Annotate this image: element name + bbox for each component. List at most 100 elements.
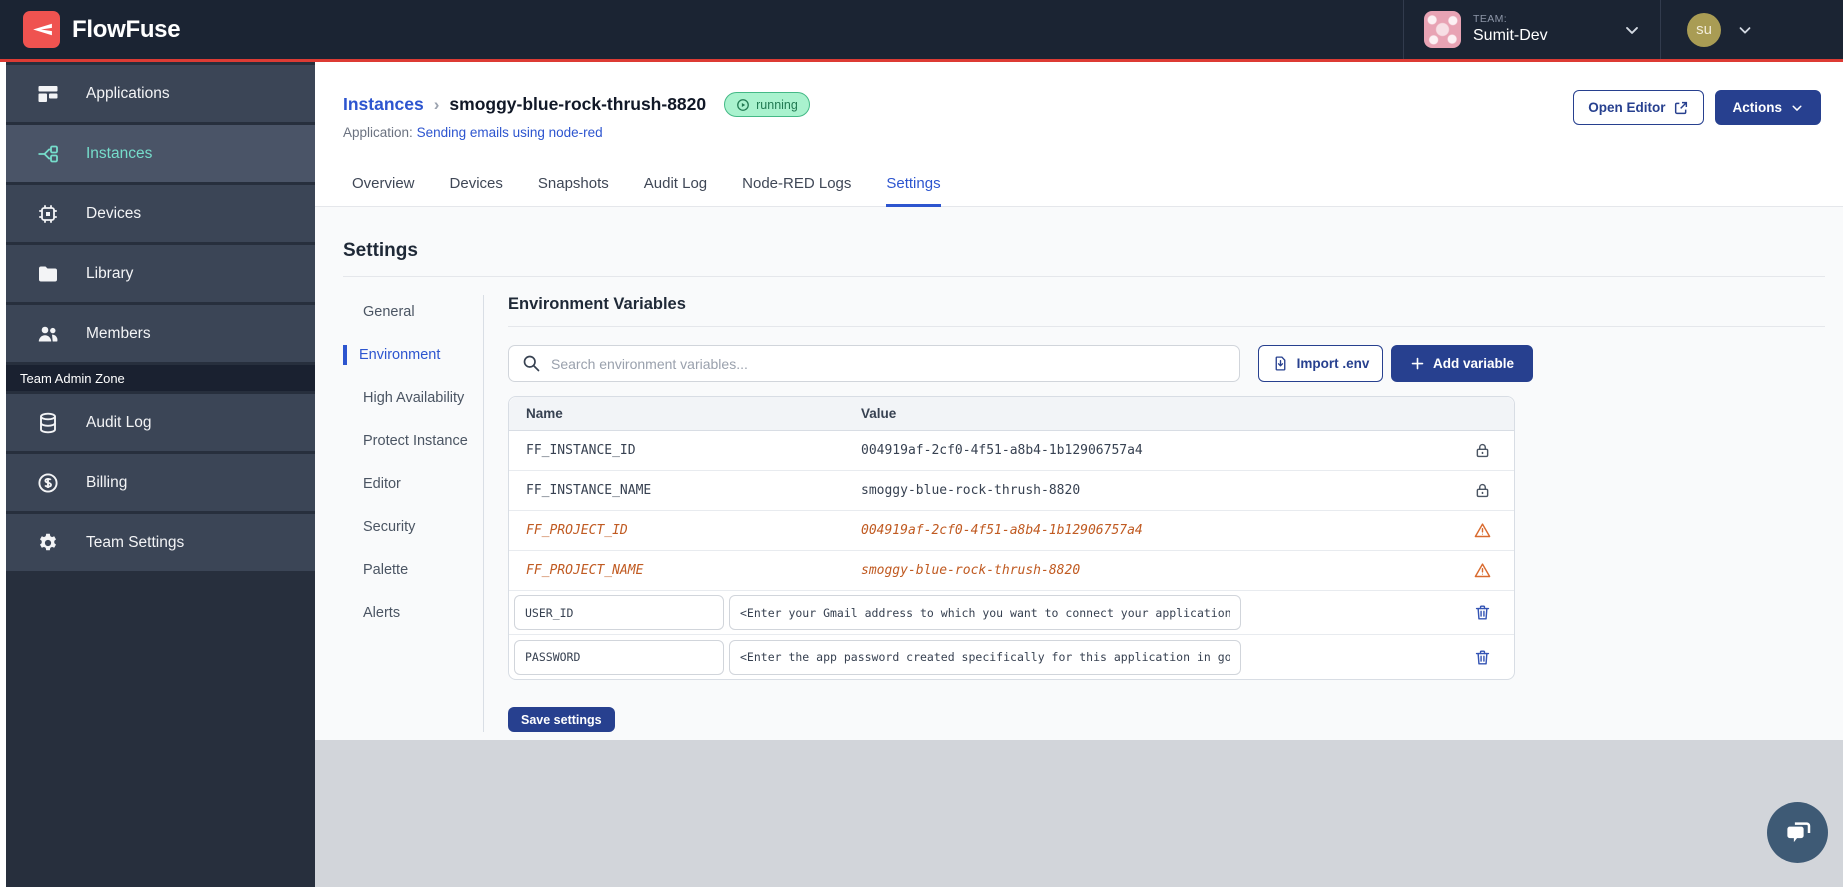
settings-title: Settings <box>343 240 418 261</box>
actions-label: Actions <box>1732 100 1782 115</box>
user-menu[interactable]: su <box>1660 0 1843 59</box>
sidebar-item-label: Audit Log <box>86 413 152 431</box>
subnav-alerts[interactable]: Alerts <box>343 603 469 623</box>
page-header: Instances › smoggy-blue-rock-thrush-8820… <box>315 62 1843 165</box>
flowfuse-app: FlowFuse TEAM: Sumit-Dev su Applications… <box>0 0 1843 887</box>
breadcrumb-instances-link[interactable]: Instances <box>343 94 424 115</box>
delete-variable-button[interactable] <box>1450 648 1514 667</box>
sidebar-item-team-settings[interactable]: Team Settings <box>6 514 315 571</box>
lock-icon <box>1450 481 1514 500</box>
settings-section: Settings General Environment High Availa… <box>315 207 1843 740</box>
chevron-down-icon <box>1622 20 1642 40</box>
env-name-input[interactable] <box>514 595 724 630</box>
table-row-password <box>509 635 1514 679</box>
application-link[interactable]: Sending emails using node-red <box>417 125 603 140</box>
sidebar-item-label: Billing <box>86 473 128 491</box>
env-name: FF_INSTANCE_ID <box>526 443 636 458</box>
sidebar-item-label: Applications <box>86 84 170 102</box>
database-icon <box>36 411 60 435</box>
sidebar-item-devices[interactable]: Devices <box>6 185 315 242</box>
tab-settings[interactable]: Settings <box>886 165 941 207</box>
sidebar-item-members[interactable]: Members <box>6 305 315 362</box>
env-name: FF_INSTANCE_NAME <box>526 483 652 498</box>
table-row-ff-project-name: FF_PROJECT_NAME smoggy-blue-rock-thrush-… <box>509 551 1514 591</box>
flowfuse-logo[interactable]: FlowFuse <box>0 11 181 48</box>
env-value: 004919af-2cf0-4f51-a8b4-1b12906757a4 <box>861 523 1143 538</box>
chat-widget-button[interactable] <box>1767 802 1828 863</box>
subnav-palette[interactable]: Palette <box>343 560 469 580</box>
table-row-user-id <box>509 591 1514 635</box>
search-input[interactable] <box>508 345 1240 382</box>
sidebar-item-label: Team Settings <box>86 533 185 551</box>
tab-audit-log[interactable]: Audit Log <box>644 165 707 207</box>
team-avatar <box>1424 11 1461 48</box>
actions-button[interactable]: Actions <box>1715 90 1821 125</box>
sidebar-item-instances[interactable]: Instances <box>6 125 315 182</box>
chip-icon <box>36 202 60 226</box>
team-name: Sumit-Dev <box>1473 27 1548 45</box>
subnav-high-availability[interactable]: High Availability <box>343 388 469 408</box>
sidebar-item-label: Devices <box>86 204 142 222</box>
lock-icon <box>1450 441 1514 460</box>
chevron-down-icon <box>1736 21 1754 39</box>
sidebar-item-billing[interactable]: Billing <box>6 454 315 511</box>
subnav-protect-instance[interactable]: Protect Instance <box>343 431 469 451</box>
subnav-general[interactable]: General <box>343 302 469 322</box>
team-switcher[interactable]: TEAM: Sumit-Dev <box>1403 0 1660 59</box>
search-icon <box>521 353 541 373</box>
tab-node-red-logs[interactable]: Node-RED Logs <box>742 165 851 207</box>
sidebar: Applications Instances Devices Library M… <box>6 62 315 887</box>
env-value-input[interactable] <box>729 595 1241 630</box>
sidebar-item-audit-log[interactable]: Audit Log <box>6 394 315 451</box>
sidebar-item-applications[interactable]: Applications <box>6 65 315 122</box>
subnav-security[interactable]: Security <box>343 517 469 537</box>
subnav-editor[interactable]: Editor <box>343 474 469 494</box>
open-editor-button[interactable]: Open Editor <box>1573 90 1705 125</box>
sidebar-section-team-admin-zone: Team Admin Zone <box>6 365 315 391</box>
env-value: smoggy-blue-rock-thrush-8820 <box>861 483 1081 498</box>
users-icon <box>36 322 60 346</box>
sidebar-item-label: Members <box>86 324 151 342</box>
sidebar-item-library[interactable]: Library <box>6 245 315 302</box>
env-variables-table: Name Value FF_INSTANCE_ID 004919af-2cf0-… <box>508 396 1515 680</box>
env-value-input[interactable] <box>729 639 1241 675</box>
sidebar-item-label: Instances <box>86 144 153 162</box>
search-box <box>508 345 1240 382</box>
column-header-name: Name <box>526 406 563 421</box>
main-content: Instances › smoggy-blue-rock-thrush-8820… <box>315 62 1843 887</box>
column-header-value: Value <box>861 406 897 421</box>
header-buttons: Open Editor Actions <box>1573 90 1821 125</box>
gear-icon <box>36 531 60 555</box>
env-name: FF_PROJECT_NAME <box>526 563 644 578</box>
table-row-ff-project-id: FF_PROJECT_ID 004919af-2cf0-4f51-a8b4-1b… <box>509 511 1514 551</box>
tab-devices[interactable]: Devices <box>450 165 503 207</box>
subnav-environment[interactable]: Environment <box>343 345 469 365</box>
external-link-icon <box>1673 100 1689 116</box>
env-name: FF_PROJECT_ID <box>526 523 628 538</box>
instance-tabs: Overview Devices Snapshots Audit Log Nod… <box>315 165 1843 207</box>
delete-variable-button[interactable] <box>1450 603 1514 622</box>
env-toolbar: Import .env Add variable <box>508 345 1825 382</box>
import-env-label: Import .env <box>1296 356 1370 371</box>
folder-icon <box>36 262 60 286</box>
status-text: running <box>756 97 798 112</box>
chat-bubbles-icon <box>1783 818 1813 848</box>
application-row: Application: Sending emails using node-r… <box>343 125 603 140</box>
add-variable-button[interactable]: Add variable <box>1391 345 1533 382</box>
tab-snapshots[interactable]: Snapshots <box>538 165 609 207</box>
dollar-icon <box>36 471 60 495</box>
brand-name: FlowFuse <box>72 15 181 43</box>
save-settings-button[interactable]: Save settings <box>508 707 615 732</box>
breadcrumb: Instances › smoggy-blue-rock-thrush-8820… <box>343 92 810 117</box>
instance-name: smoggy-blue-rock-thrush-8820 <box>449 94 707 114</box>
env-name-input[interactable] <box>514 639 724 675</box>
breadcrumb-separator: › <box>433 94 440 114</box>
import-file-icon <box>1272 355 1289 372</box>
import-env-button[interactable]: Import .env <box>1258 345 1383 382</box>
team-meta: TEAM: Sumit-Dev <box>1473 13 1548 46</box>
env-value: 004919af-2cf0-4f51-a8b4-1b12906757a4 <box>861 443 1143 458</box>
settings-subnav: General Environment High Availability Pr… <box>343 295 469 732</box>
tab-overview[interactable]: Overview <box>352 165 415 207</box>
environment-variables-title: Environment Variables <box>508 295 1825 327</box>
open-editor-label: Open Editor <box>1588 100 1666 115</box>
